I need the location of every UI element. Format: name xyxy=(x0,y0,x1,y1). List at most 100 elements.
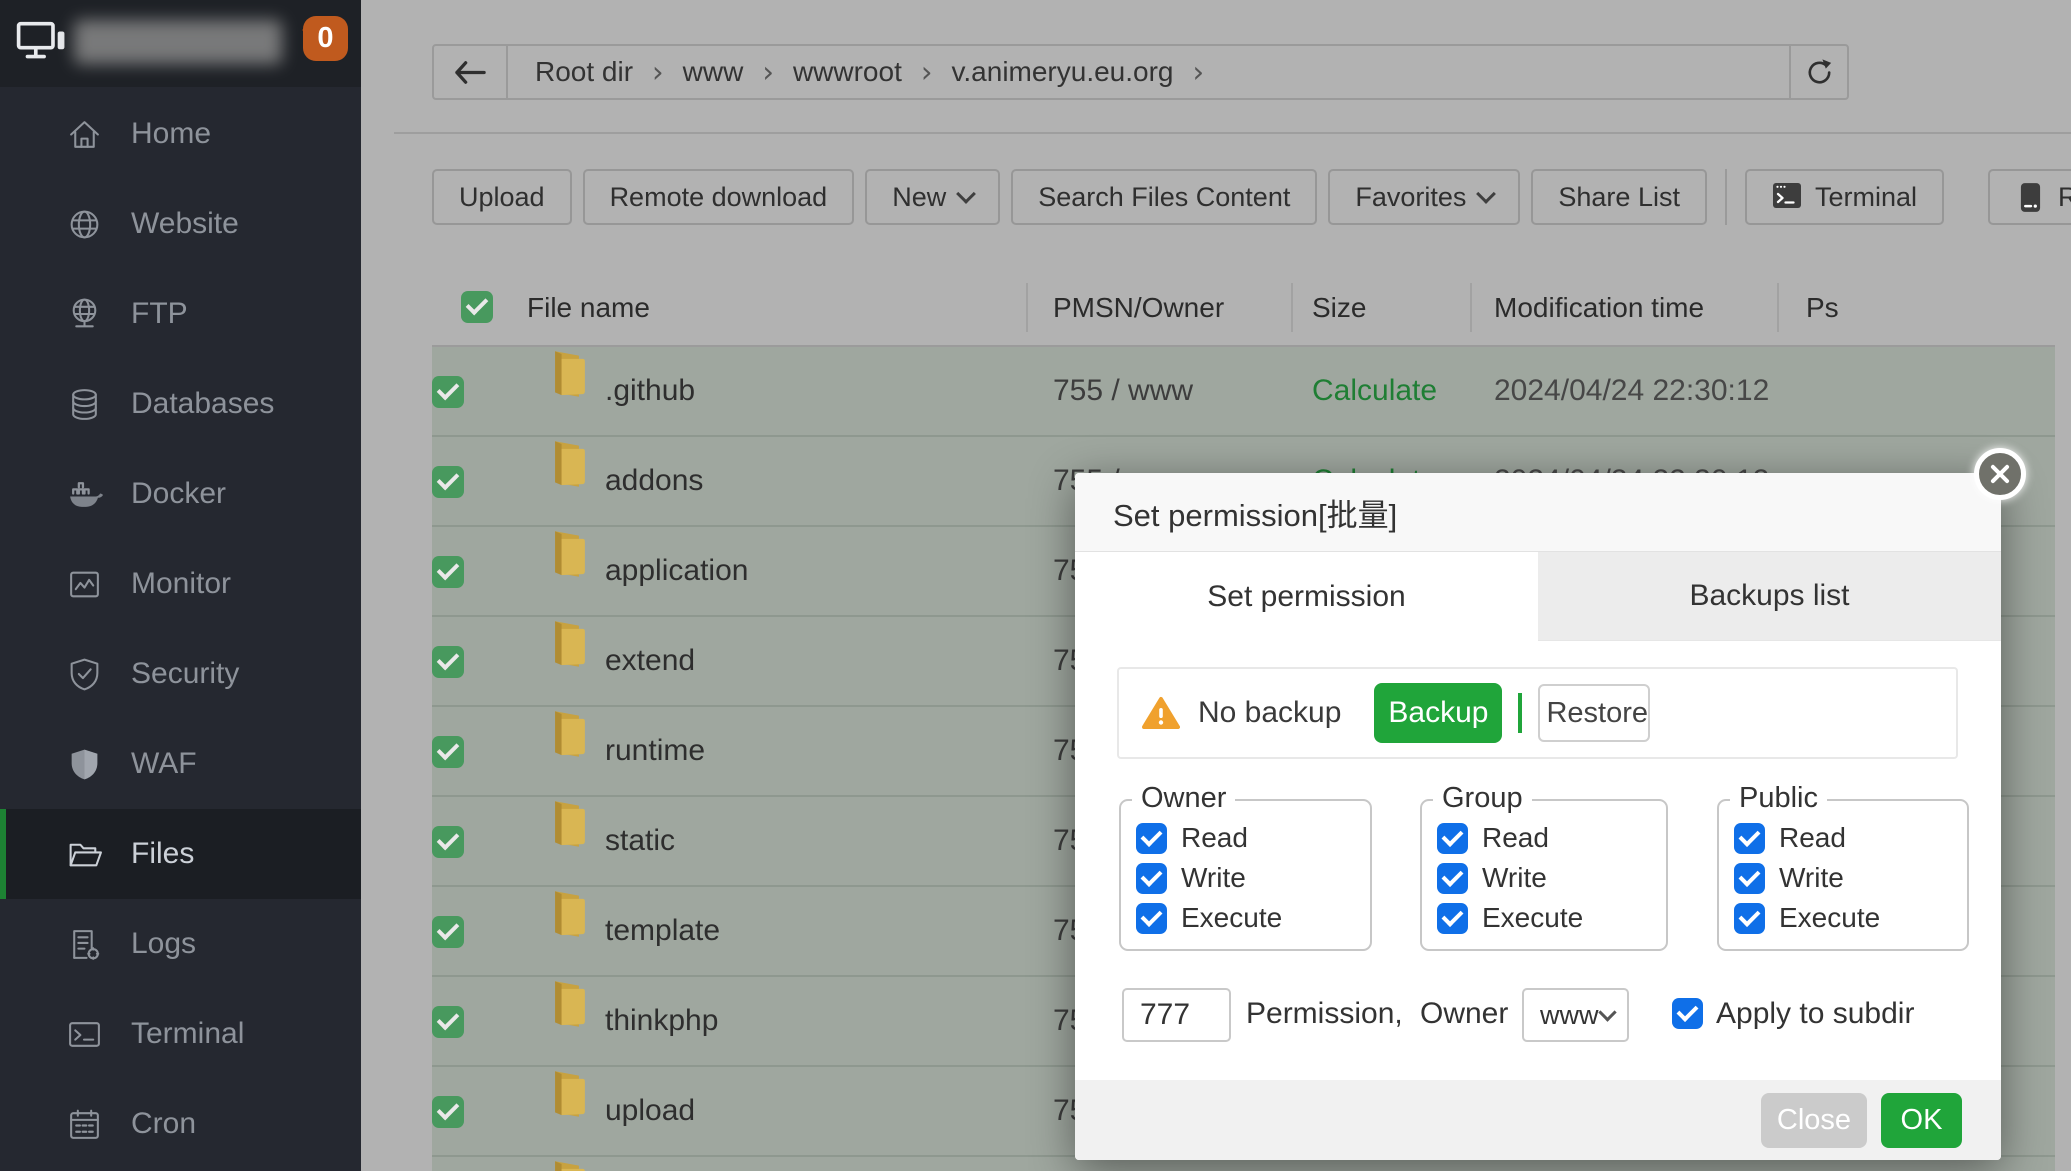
file-name[interactable]: static xyxy=(605,797,675,885)
row-checkbox[interactable] xyxy=(432,916,464,948)
sidebar-item-label: Home xyxy=(131,117,211,151)
notification-badge[interactable]: 0 xyxy=(303,16,348,61)
write-checkbox[interactable] xyxy=(1437,863,1468,894)
row-checkbox[interactable] xyxy=(432,376,464,408)
sidebar-item-logs[interactable]: Logs xyxy=(0,899,361,989)
column-header-file-name[interactable]: File name xyxy=(527,270,650,345)
read-checkbox[interactable] xyxy=(1136,823,1167,854)
sidebar-item-files[interactable]: Files xyxy=(0,809,361,899)
sidebar-item-terminal[interactable]: Terminal xyxy=(0,989,361,1079)
option-label: Read xyxy=(1482,822,1549,854)
sidebar-item-label: Website xyxy=(131,207,239,241)
row-checkbox[interactable] xyxy=(432,736,464,768)
toolbar-button-search-files-content[interactable]: Search Files Content xyxy=(1011,169,1317,225)
owner-select[interactable]: www xyxy=(1522,988,1629,1042)
permission-label: Permission, xyxy=(1246,997,1403,1031)
column-divider xyxy=(1291,283,1293,332)
file-name[interactable]: addons xyxy=(605,437,703,525)
toolbar-button-label: New xyxy=(892,182,946,213)
write-checkbox[interactable] xyxy=(1734,863,1765,894)
apply-subdir-checkbox[interactable] xyxy=(1672,998,1703,1029)
sidebar-item-ftp[interactable]: FTP xyxy=(0,269,361,359)
back-button[interactable] xyxy=(434,46,508,98)
chevron-right-icon: › xyxy=(1193,55,1205,89)
warning-triangle-icon xyxy=(1142,696,1180,730)
row-checkbox[interactable] xyxy=(432,1006,464,1038)
file-name[interactable]: upload xyxy=(605,1067,695,1155)
restore-button[interactable]: Restore xyxy=(1538,684,1650,742)
row-checkbox[interactable] xyxy=(432,466,464,498)
calculate-size-link[interactable]: Calculate xyxy=(1312,347,1437,435)
logo-bar: 0 xyxy=(0,0,361,87)
sidebar-item-label: Docker xyxy=(131,477,226,511)
sidebar-item-cron[interactable]: Cron xyxy=(0,1079,361,1169)
breadcrumb-item[interactable]: Root dir xyxy=(535,56,633,88)
refresh-button[interactable] xyxy=(1789,46,1847,98)
toolbar-button-terminal[interactable]: Terminal xyxy=(1745,169,1944,225)
folder-icon xyxy=(544,977,590,1065)
sidebar-item-monitor[interactable]: Monitor xyxy=(0,539,361,629)
close-icon[interactable] xyxy=(1974,448,2026,500)
column-header-ps[interactable]: Ps xyxy=(1806,270,1839,345)
toolbar-button-label: Search Files Content xyxy=(1038,182,1290,213)
sidebar-item-website[interactable]: Website xyxy=(0,179,361,269)
sidebar-item-home[interactable]: Home xyxy=(0,89,361,179)
option-label: Execute xyxy=(1181,902,1282,934)
read-checkbox[interactable] xyxy=(1734,823,1765,854)
execute-checkbox[interactable] xyxy=(1734,903,1765,934)
write-checkbox[interactable] xyxy=(1136,863,1167,894)
permission-value-input[interactable] xyxy=(1122,988,1231,1042)
toolbar-button-root-dir-176g-[interactable]: Root dir (176G) xyxy=(1988,169,2071,225)
execute-checkbox[interactable] xyxy=(1437,903,1468,934)
row-checkbox[interactable] xyxy=(432,646,464,678)
modal-ok-button[interactable]: OK xyxy=(1881,1093,1962,1148)
toolbar-button-remote-download[interactable]: Remote download xyxy=(583,169,855,225)
backup-button[interactable]: Backup xyxy=(1374,683,1502,743)
toolbar-button-new[interactable]: New xyxy=(865,169,1000,225)
row-checkbox[interactable] xyxy=(432,556,464,588)
fieldset-public: Public Read Write Execute xyxy=(1717,799,1969,951)
folder-icon xyxy=(544,887,590,975)
column-header-modification-time[interactable]: Modification time xyxy=(1494,270,1704,345)
row-checkbox[interactable] xyxy=(432,1096,464,1128)
toolbar-button-label: Root dir (176G) xyxy=(2058,182,2071,213)
column-header-pmsn-owner[interactable]: PMSN/Owner xyxy=(1053,270,1224,345)
row-checkbox[interactable] xyxy=(432,826,464,858)
modal-close-button[interactable]: Close xyxy=(1761,1093,1867,1148)
toolbar-button-label: Favorites xyxy=(1355,182,1466,213)
tab-set-permission[interactable]: Set permission xyxy=(1075,552,1538,641)
column-header-size[interactable]: Size xyxy=(1312,270,1366,345)
toolbar-button-upload[interactable]: Upload xyxy=(432,169,572,225)
file-name[interactable]: extend xyxy=(605,617,695,705)
table-row[interactable]: .github 755 / www Calculate 2024/04/24 2… xyxy=(432,347,2055,437)
sidebar-item-docker[interactable]: Docker xyxy=(0,449,361,539)
file-name[interactable]: .github xyxy=(605,347,695,435)
sidebar-item-label: FTP xyxy=(131,297,188,331)
database-icon xyxy=(66,386,103,423)
sidebar-item-label: Terminal xyxy=(131,1017,244,1051)
tab-backups-list[interactable]: Backups list xyxy=(1538,552,2001,641)
breadcrumb-item[interactable]: v.animeryu.eu.org xyxy=(951,56,1173,88)
select-all-checkbox[interactable] xyxy=(461,291,493,323)
sidebar-item-security[interactable]: Security xyxy=(0,629,361,719)
toolbar-button-share-list[interactable]: Share List xyxy=(1531,169,1707,225)
read-checkbox[interactable] xyxy=(1437,823,1468,854)
toolbar-button-label: Terminal xyxy=(1815,182,1917,213)
log-document-icon xyxy=(66,926,103,963)
sidebar-item-databases[interactable]: Databases xyxy=(0,359,361,449)
toolbar-button-favorites[interactable]: Favorites xyxy=(1328,169,1520,225)
execute-checkbox[interactable] xyxy=(1136,903,1167,934)
folder-icon xyxy=(544,1067,590,1155)
set-permission-modal: Set permission[批量] Set permissionBackups… xyxy=(1075,473,2001,1160)
option-group-read: Read xyxy=(1437,822,1666,854)
breadcrumb-item[interactable]: wwwroot xyxy=(793,56,902,88)
file-name[interactable]: runtime xyxy=(605,707,705,795)
sidebar-item-waf[interactable]: WAF xyxy=(0,719,361,809)
column-divider xyxy=(1026,283,1028,332)
breadcrumb-item[interactable]: www xyxy=(683,56,744,88)
file-name[interactable]: template xyxy=(605,887,720,975)
monitor-chart-icon xyxy=(66,566,103,603)
file-name[interactable]: thinkphp xyxy=(605,977,718,1065)
file-name[interactable]: application xyxy=(605,527,748,615)
folder-icon xyxy=(544,437,590,525)
